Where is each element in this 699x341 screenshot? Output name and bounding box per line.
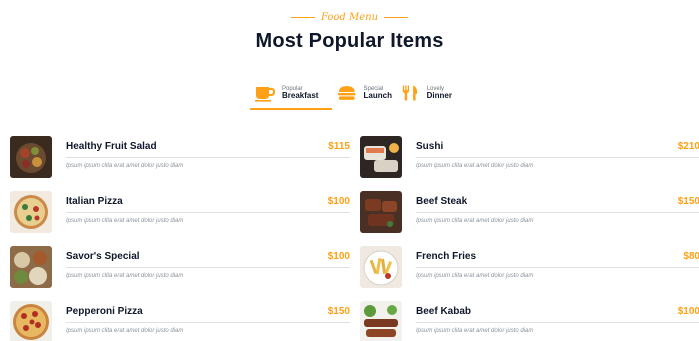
item-divider bbox=[416, 267, 699, 268]
coffee-cup-icon bbox=[255, 87, 276, 102]
sushi-image bbox=[360, 136, 402, 178]
page-title: Most Popular Items bbox=[255, 30, 444, 52]
menu-tabs: Popular Breakfast Special Launch Lovely … bbox=[250, 78, 456, 112]
item-description: Ipsum ipsum clita erat amet dolor justo … bbox=[66, 273, 184, 279]
item-description: Ipsum ipsum clita erat amet dolor justo … bbox=[66, 218, 184, 224]
tab-dinner[interactable]: Lovely Dinner bbox=[396, 78, 456, 108]
menu-item[interactable]: Beef Kabab $100 Ipsum ipsum clita erat a… bbox=[360, 299, 699, 341]
item-divider bbox=[416, 212, 699, 213]
menu-column-left: Healthy Fruit Salad $115 Ipsum ipsum cli… bbox=[10, 134, 350, 341]
tab-launch-label: Launch bbox=[363, 90, 392, 100]
item-divider bbox=[66, 157, 350, 158]
subtitle-divider-right bbox=[384, 17, 409, 18]
menu-item[interactable]: Italian Pizza $100 Ipsum ipsum clita era… bbox=[10, 189, 350, 244]
menu-item[interactable]: Beef Steak $150 Ipsum ipsum clita erat a… bbox=[360, 189, 699, 244]
item-divider bbox=[416, 157, 699, 158]
tab-breakfast[interactable]: Popular Breakfast bbox=[250, 78, 332, 110]
beef-kabab-image bbox=[360, 301, 402, 341]
item-description: Ipsum ipsum clita erat amet dolor justo … bbox=[416, 273, 534, 279]
item-price: $80 bbox=[683, 251, 699, 262]
item-price: $150 bbox=[677, 196, 699, 207]
item-name: Savor's Special bbox=[66, 251, 140, 262]
item-price: $210 bbox=[677, 141, 699, 152]
item-divider bbox=[66, 267, 350, 268]
item-price: $100 bbox=[677, 306, 699, 317]
item-name: Beef Steak bbox=[416, 196, 468, 207]
item-description: Ipsum ipsum clita erat amet dolor justo … bbox=[416, 328, 534, 334]
item-divider bbox=[66, 212, 350, 213]
tab-launch[interactable]: Special Launch bbox=[332, 78, 396, 108]
item-price: $100 bbox=[327, 251, 350, 262]
item-price: $115 bbox=[328, 141, 350, 152]
item-name: Italian Pizza bbox=[66, 196, 123, 207]
pepperoni-pizza-image bbox=[10, 301, 52, 341]
savors-special-image bbox=[10, 246, 52, 288]
item-divider bbox=[66, 322, 350, 323]
item-name: French Fries bbox=[416, 251, 477, 262]
item-price: $150 bbox=[327, 306, 350, 317]
item-price: $100 bbox=[327, 196, 350, 207]
fruit-salad-image bbox=[10, 136, 52, 178]
section-subtitle-row: Food Menu bbox=[0, 12, 699, 23]
burger-icon bbox=[337, 86, 356, 100]
tab-breakfast-label: Breakfast bbox=[282, 90, 319, 100]
item-description: Ipsum ipsum clita erat amet dolor justo … bbox=[66, 328, 184, 334]
menu-item[interactable]: Healthy Fruit Salad $115 Ipsum ipsum cli… bbox=[10, 134, 350, 189]
item-name: Beef Kabab bbox=[416, 306, 472, 317]
item-name: Pepperoni Pizza bbox=[66, 306, 143, 317]
item-name: Sushi bbox=[416, 141, 444, 152]
tab-dinner-label: Dinner bbox=[426, 90, 452, 100]
menu-item[interactable]: Pepperoni Pizza $150 Ipsum ipsum clita e… bbox=[10, 299, 350, 341]
item-description: Ipsum ipsum clita erat amet dolor justo … bbox=[416, 218, 534, 224]
fork-knife-icon bbox=[402, 85, 418, 101]
item-name: Healthy Fruit Salad bbox=[66, 141, 157, 152]
menu-item[interactable]: Sushi $210 Ipsum ipsum clita erat amet d… bbox=[360, 134, 699, 189]
item-divider bbox=[416, 322, 699, 323]
subtitle-divider-left bbox=[290, 17, 315, 18]
menu-item[interactable]: Savor's Special $100 Ipsum ipsum clita e… bbox=[10, 244, 350, 299]
beef-steak-image bbox=[360, 191, 402, 233]
italian-pizza-image bbox=[10, 191, 52, 233]
menu-column-right: Sushi $210 Ipsum ipsum clita erat amet d… bbox=[360, 134, 699, 341]
menu-item[interactable]: French Fries $80 Ipsum ipsum clita erat … bbox=[360, 244, 699, 299]
french-fries-image bbox=[360, 246, 402, 288]
item-description: Ipsum ipsum clita erat amet dolor justo … bbox=[66, 163, 184, 169]
item-description: Ipsum ipsum clita erat amet dolor justo … bbox=[416, 163, 534, 169]
section-subtitle: Food Menu bbox=[320, 12, 379, 23]
